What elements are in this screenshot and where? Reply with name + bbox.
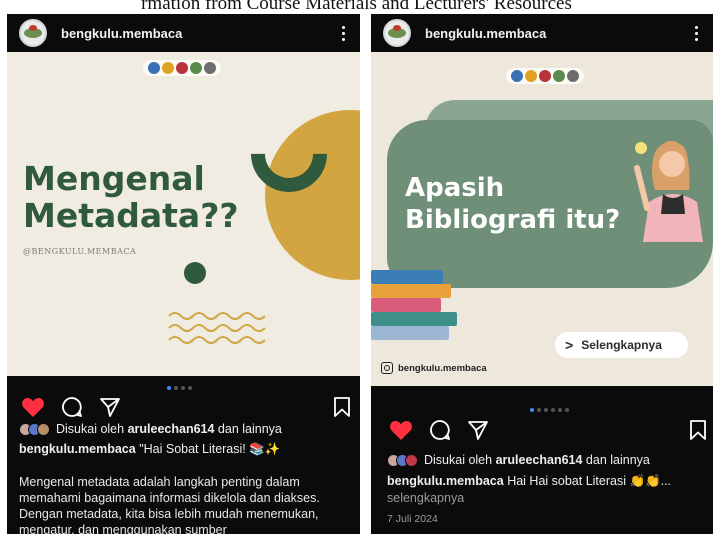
- read-more-button[interactable]: > Selengkapnya: [555, 332, 688, 358]
- decorative-waves: [168, 312, 266, 344]
- caption-text: "Hai Sobat Literasi! 📚✨: [139, 442, 281, 456]
- illustration-books: [371, 270, 457, 340]
- username[interactable]: bengkulu.membaca: [425, 26, 689, 41]
- comment-icon[interactable]: [429, 419, 451, 441]
- liker-username[interactable]: aruleechan614: [128, 422, 215, 436]
- action-bar: [389, 416, 707, 444]
- username[interactable]: bengkulu.membaca: [61, 26, 336, 41]
- chevron-right-icon: >: [565, 337, 574, 353]
- partner-logos: [143, 60, 221, 76]
- caption-body: Mengenal metadata adalah langkah penting…: [19, 475, 320, 534]
- post-date: 7 Juli 2024: [387, 513, 438, 525]
- more-options-icon[interactable]: [689, 23, 703, 43]
- liker-username[interactable]: aruleechan614: [496, 453, 583, 467]
- partner-logos: [506, 68, 584, 84]
- instagram-icon: [381, 362, 393, 374]
- share-icon[interactable]: [467, 419, 489, 441]
- post-image[interactable]: Mengenal Metadata?? @BENGKULU.MEMBACA: [7, 52, 360, 376]
- post-image-handle: bengkulu.membaca: [381, 362, 487, 374]
- post-image-handle: @BENGKULU.MEMBACA: [23, 247, 137, 256]
- illustration-woman: [634, 140, 703, 242]
- see-more-link[interactable]: selengkapnya: [387, 491, 464, 505]
- caption-username[interactable]: bengkulu.membaca: [387, 474, 504, 488]
- liker-avatars: [19, 422, 50, 436]
- comment-icon[interactable]: [61, 396, 83, 418]
- post-image-title: Mengenal Metadata??: [23, 159, 239, 235]
- post-header: bengkulu.membaca: [371, 14, 713, 52]
- right-post: bengkulu.membaca Apasih Bibliografi itu?: [371, 14, 713, 534]
- decorative-dot: [184, 262, 206, 284]
- heart-icon[interactable]: [21, 396, 45, 418]
- carousel-dots: [530, 408, 569, 412]
- action-bar: [21, 393, 351, 421]
- caption-text: Hai Hai sobat Literasi 👏👏...: [507, 474, 672, 488]
- post-header: bengkulu.membaca: [7, 14, 360, 52]
- bookmark-icon[interactable]: [333, 396, 351, 418]
- post-image[interactable]: Apasih Bibliografi itu? > Selengkapnya b…: [371, 52, 713, 386]
- more-options-icon[interactable]: [336, 23, 350, 43]
- share-icon[interactable]: [99, 396, 121, 418]
- caption: bengkulu.membaca Hai Hai sobat Literasi …: [387, 474, 671, 489]
- bookmark-icon[interactable]: [689, 419, 707, 441]
- left-post: bengkulu.membaca Mengenal Metadata?? @BE…: [7, 14, 360, 534]
- background-document-text: rmation from Course Materials and Lectur…: [141, 0, 572, 14]
- caption-username[interactable]: bengkulu.membaca: [19, 442, 136, 456]
- liked-by[interactable]: Disukai oleh aruleechan614 dan lainnya: [387, 453, 650, 467]
- liked-by[interactable]: Disukai oleh aruleechan614 dan lainnya: [19, 422, 282, 436]
- liker-avatars: [387, 453, 418, 467]
- profile-avatar[interactable]: [19, 19, 47, 47]
- carousel-dots: [167, 386, 192, 390]
- heart-icon[interactable]: [389, 419, 413, 441]
- caption: bengkulu.membaca "Hai Sobat Literasi! 📚✨: [19, 442, 280, 457]
- post-image-title: Apasih Bibliografi itu?: [405, 173, 621, 235]
- profile-avatar[interactable]: [383, 19, 411, 47]
